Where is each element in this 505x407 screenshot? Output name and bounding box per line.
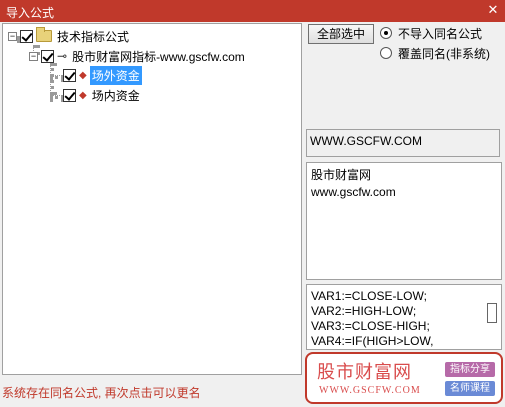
collapse-icon[interactable]: − bbox=[29, 51, 38, 61]
item-checkbox[interactable] bbox=[63, 88, 76, 102]
select-all-button[interactable]: 全部选中 bbox=[308, 24, 374, 44]
tree-node-label[interactable]: 技术指标公式 bbox=[55, 27, 131, 46]
formula-code-panel[interactable]: VAR1:=CLOSE-LOW; VAR2:=HIGH-LOW; VAR3:=C… bbox=[306, 284, 502, 350]
collapse-icon[interactable]: − bbox=[8, 31, 17, 41]
logo-tag: 名师课程 bbox=[445, 381, 495, 396]
group-checkbox[interactable] bbox=[41, 49, 54, 63]
radio-button[interactable] bbox=[380, 27, 392, 39]
formula-tree[interactable]: − 技术指标公式 − ⊸ 股市财富网指标-www.gscfw.com ◆ 场外资… bbox=[2, 23, 302, 375]
formula-url-text: WWW.GSCFW.COM bbox=[310, 134, 422, 148]
tree-connector bbox=[50, 75, 64, 79]
radio-button[interactable] bbox=[380, 47, 392, 59]
formula-name-panel: WWW.GSCFW.COM bbox=[306, 129, 500, 157]
radio-option-skip[interactable]: 不导入同名公式 bbox=[380, 25, 482, 41]
site-logo: 股市财富网 WWW.GSCFW.COM 指标分享 名师课程 bbox=[305, 352, 503, 404]
tree-item-label[interactable]: 场外资金 bbox=[89, 65, 142, 85]
radio-option-overwrite[interactable]: 覆盖同名(非系统) bbox=[380, 45, 490, 61]
code-line: VAR4:=IF(HIGH>LOW, bbox=[311, 334, 434, 348]
logo-tag: 指标分享 bbox=[445, 362, 495, 377]
radio-label: 不导入同名公式 bbox=[398, 26, 483, 41]
code-line: VAR1:=CLOSE-LOW; bbox=[311, 289, 427, 303]
description-line: 股市财富网 bbox=[311, 168, 372, 182]
code-line: VAR2:=HIGH-LOW; bbox=[311, 304, 417, 318]
tree-item-formula[interactable]: ◆ 场外资金 bbox=[63, 65, 142, 85]
folder-icon bbox=[36, 27, 52, 42]
window-title: 导入公式 bbox=[6, 6, 55, 20]
close-icon[interactable]: ✕ bbox=[485, 2, 501, 18]
tree-node-label[interactable]: 股市财富网指标-www.gscfw.com bbox=[70, 47, 247, 66]
description-panel[interactable]: 股市财富网 www.gscfw.com bbox=[306, 162, 502, 280]
diamond-icon: ◆ bbox=[79, 89, 87, 101]
tree-connector bbox=[50, 95, 64, 99]
key-icon: ⊸ bbox=[57, 49, 68, 63]
tree-node-group[interactable]: − ⊸ 股市财富网指标-www.gscfw.com bbox=[29, 47, 247, 65]
tree-node-root[interactable]: − 技术指标公式 bbox=[8, 27, 131, 45]
title-bar: 导入公式 ✕ bbox=[0, 0, 505, 22]
radio-label: 覆盖同名(非系统) bbox=[398, 46, 490, 61]
tree-item-formula[interactable]: ◆ 场内资金 bbox=[63, 86, 142, 104]
status-message: 系统存在同名公式, 再次点击可以更名 bbox=[2, 386, 201, 400]
code-line: VAR3:=CLOSE-HIGH; bbox=[311, 319, 430, 333]
tree-connector bbox=[50, 63, 54, 95]
item-checkbox[interactable] bbox=[63, 68, 76, 82]
logo-name: 股市财富网 bbox=[317, 362, 412, 382]
scrollbar-thumb[interactable] bbox=[487, 303, 497, 323]
logo-url: WWW.GSCFW.COM bbox=[319, 385, 421, 396]
tree-item-label[interactable]: 场内资金 bbox=[90, 86, 142, 105]
diamond-icon: ◆ bbox=[79, 69, 87, 81]
description-line: www.gscfw.com bbox=[311, 185, 396, 199]
root-checkbox[interactable] bbox=[20, 29, 33, 43]
